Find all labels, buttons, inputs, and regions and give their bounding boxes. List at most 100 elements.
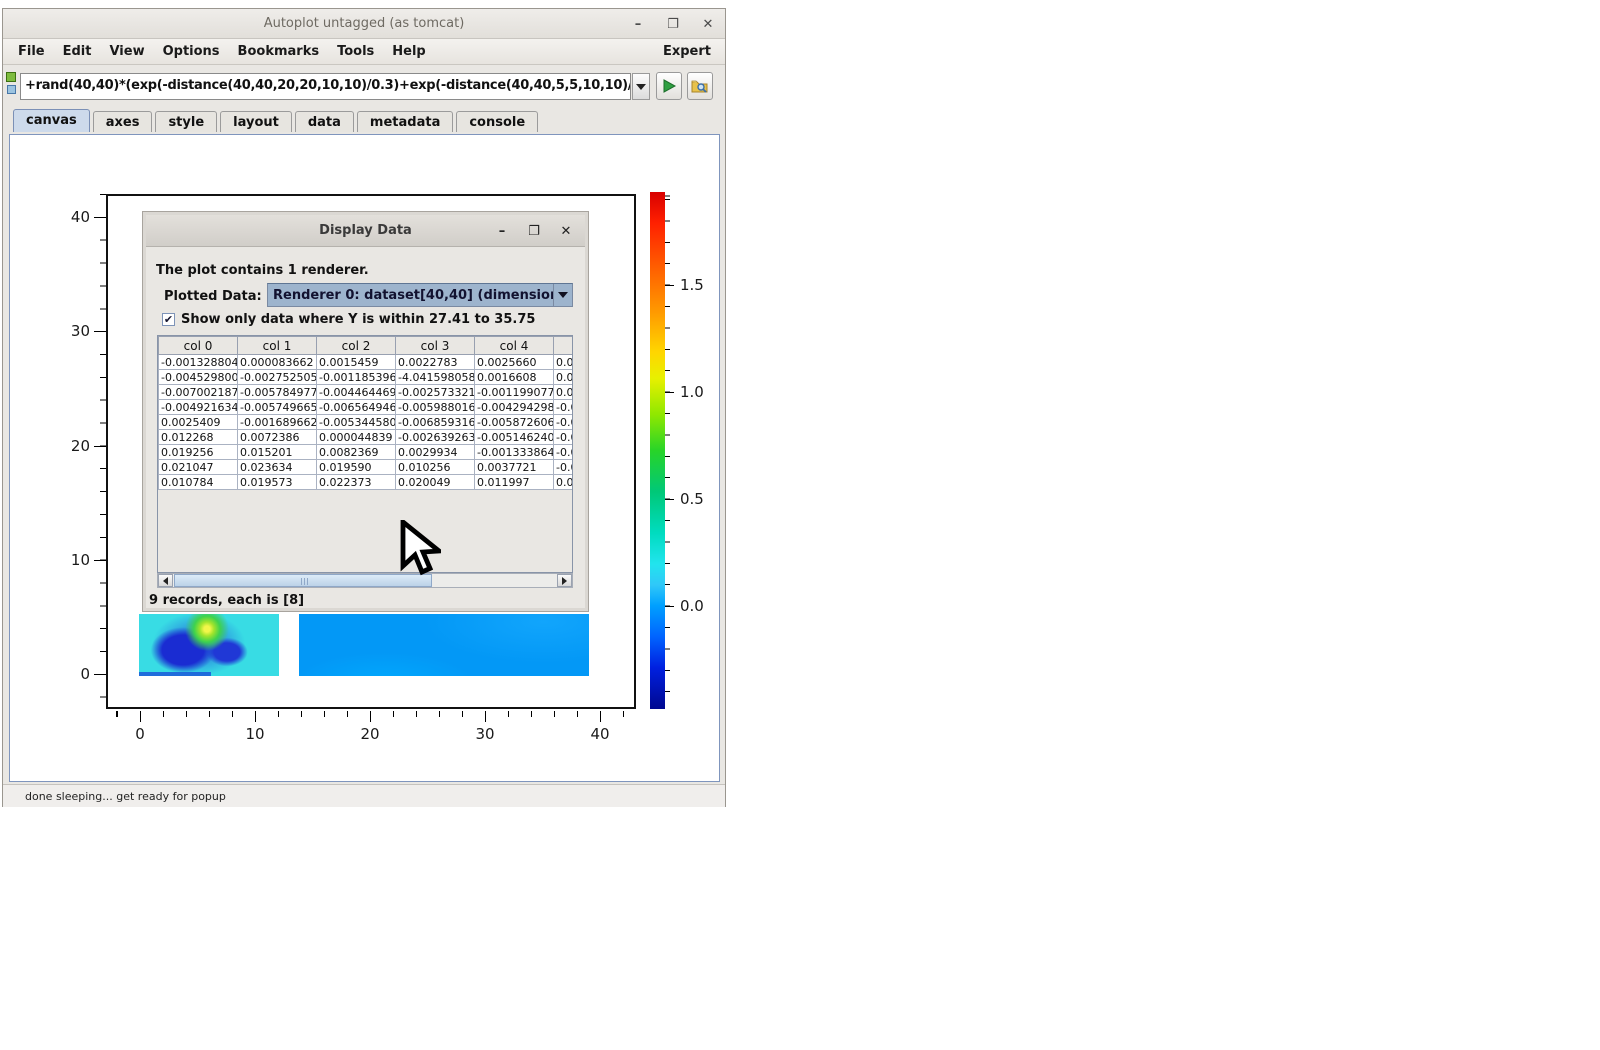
- tab-layout[interactable]: layout: [220, 111, 292, 132]
- table-cell[interactable]: 0.000083662: [238, 355, 317, 370]
- table-cell[interactable]: -0.005749665...: [238, 400, 317, 415]
- table-cell[interactable]: -4.041598058...: [396, 370, 475, 385]
- table-row[interactable]: 0.0192560.0152010.00823690.0029934-0.001…: [159, 445, 574, 460]
- table-col-header[interactable]: col 4: [475, 337, 554, 355]
- table-cell[interactable]: 0.00: [554, 385, 574, 400]
- menu-tools[interactable]: Tools: [328, 44, 383, 59]
- filter-checkbox[interactable]: ✔: [162, 313, 175, 326]
- table-cell[interactable]: 0.010784: [159, 475, 238, 490]
- scroll-right-button[interactable]: [557, 574, 572, 587]
- menu-bookmarks[interactable]: Bookmarks: [229, 44, 329, 59]
- table-cell[interactable]: 0.00: [554, 355, 574, 370]
- table-row[interactable]: -0.004921634...-0.005749665...-0.0065649…: [159, 400, 574, 415]
- table-row[interactable]: 0.0122680.00723860.000044839-0.002639263…: [159, 430, 574, 445]
- table-row[interactable]: -0.001328804...0.0000836620.00154590.002…: [159, 355, 574, 370]
- table-cell[interactable]: 0.012268: [159, 430, 238, 445]
- dialog-close-icon[interactable]: ✕: [560, 224, 572, 239]
- data-table-scrollpane[interactable]: col 0col 1col 2col 3col 4 -0.001328804..…: [157, 335, 573, 573]
- table-cell[interactable]: 0.019573: [238, 475, 317, 490]
- dialog-maximize-icon[interactable]: ❐: [528, 224, 540, 239]
- inspect-uri-button[interactable]: [687, 72, 713, 100]
- table-cell[interactable]: 0.019590: [317, 460, 396, 475]
- menu-view[interactable]: View: [100, 44, 153, 59]
- close-icon[interactable]: ✕: [701, 17, 715, 32]
- table-cell[interactable]: 0.021047: [159, 460, 238, 475]
- table-cell[interactable]: -0.005988016...: [396, 400, 475, 415]
- table-cell[interactable]: -0.002639263...: [396, 430, 475, 445]
- menu-help[interactable]: Help: [383, 44, 434, 59]
- tab-axes[interactable]: axes: [93, 111, 153, 132]
- renderer-combobox[interactable]: Renderer 0: dataset[40,40] (dimension...: [267, 283, 573, 307]
- table-cell[interactable]: 0.0022783: [396, 355, 475, 370]
- table-row[interactable]: 0.0107840.0195730.0223730.0200490.011997…: [159, 475, 574, 490]
- table-cell[interactable]: -0.005344580...: [317, 415, 396, 430]
- table-cell[interactable]: 0.020049: [396, 475, 475, 490]
- table-cell[interactable]: -0.001199077...: [475, 385, 554, 400]
- table-cell[interactable]: -0.001689662...: [238, 415, 317, 430]
- table-cell[interactable]: 0.00: [554, 475, 574, 490]
- table-cell[interactable]: -0.0: [554, 430, 574, 445]
- window-titlebar[interactable]: Autoplot untagged (as tomcat) – ❐ ✕: [3, 9, 725, 39]
- table-cell[interactable]: -0.002752505...: [238, 370, 317, 385]
- table-cell[interactable]: -0.002573321...: [396, 385, 475, 400]
- menu-file[interactable]: File: [9, 44, 54, 59]
- table-cell[interactable]: -0.0: [554, 445, 574, 460]
- table-cell[interactable]: 0.0072386: [238, 430, 317, 445]
- table-cell[interactable]: 0.0029934: [396, 445, 475, 460]
- tab-metadata[interactable]: metadata: [357, 111, 453, 132]
- menu-options[interactable]: Options: [154, 44, 229, 59]
- tab-data[interactable]: data: [295, 111, 354, 132]
- table-cell[interactable]: 0.0016608: [475, 370, 554, 385]
- table-cell[interactable]: 0.00: [554, 370, 574, 385]
- table-cell[interactable]: -0.005784977...: [238, 385, 317, 400]
- table-cell[interactable]: 0.010256: [396, 460, 475, 475]
- table-cell[interactable]: 0.0082369: [317, 445, 396, 460]
- table-row[interactable]: 0.0210470.0236340.0195900.0102560.003772…: [159, 460, 574, 475]
- table-cell[interactable]: -0.005146240...: [475, 430, 554, 445]
- uri-input[interactable]: +rand(40,40)*(exp(-distance(40,40,20,20,…: [20, 73, 631, 100]
- table-cell[interactable]: 0.0025409: [159, 415, 238, 430]
- table-cell[interactable]: 0.022373: [317, 475, 396, 490]
- table-row[interactable]: -0.007002187...-0.005784977...-0.0044644…: [159, 385, 574, 400]
- scroll-left-button[interactable]: [158, 574, 173, 587]
- table-cell[interactable]: -0.001185396...: [317, 370, 396, 385]
- table-cell[interactable]: 0.000044839: [317, 430, 396, 445]
- table-col-header[interactable]: col 3: [396, 337, 475, 355]
- horizontal-scrollbar[interactable]: [157, 573, 573, 588]
- combobox-arrow-button[interactable]: [553, 284, 572, 306]
- table-cell[interactable]: 0.0015459: [317, 355, 396, 370]
- table-col-header[interactable]: col 1: [238, 337, 317, 355]
- scrollbar-thumb[interactable]: [174, 574, 432, 587]
- table-cell[interactable]: -0.005872606...: [475, 415, 554, 430]
- table-cell[interactable]: -0.006564946...: [317, 400, 396, 415]
- uri-dropdown-button[interactable]: [632, 73, 650, 100]
- table-cell[interactable]: 0.011997: [475, 475, 554, 490]
- table-cell[interactable]: -0.0: [554, 460, 574, 475]
- maximize-icon[interactable]: ❐: [666, 17, 680, 32]
- table-col-header[interactable]: col 0: [159, 337, 238, 355]
- table-cell[interactable]: -0.007002187...: [159, 385, 238, 400]
- minimize-icon[interactable]: –: [631, 17, 645, 32]
- table-cell[interactable]: -0.004294298...: [475, 400, 554, 415]
- tab-console[interactable]: console: [456, 111, 538, 132]
- table-cell[interactable]: -0.006859316...: [396, 415, 475, 430]
- table-cell[interactable]: 0.019256: [159, 445, 238, 460]
- table-cell[interactable]: 0.0025660: [475, 355, 554, 370]
- table-row[interactable]: -0.004529800...-0.002752505...-0.0011853…: [159, 370, 574, 385]
- table-cell[interactable]: -0.001328804...: [159, 355, 238, 370]
- table-cell[interactable]: -0.0: [554, 400, 574, 415]
- table-col-header[interactable]: col 2: [317, 337, 396, 355]
- table-cell[interactable]: 0.0037721: [475, 460, 554, 475]
- menu-edit[interactable]: Edit: [54, 44, 101, 59]
- table-cell[interactable]: -0.004921634...: [159, 400, 238, 415]
- table-cell[interactable]: 0.015201: [238, 445, 317, 460]
- go-button[interactable]: [656, 72, 682, 100]
- tab-style[interactable]: style: [155, 111, 217, 132]
- tab-canvas[interactable]: canvas: [13, 109, 90, 132]
- table-row[interactable]: 0.0025409-0.001689662...-0.005344580...-…: [159, 415, 574, 430]
- table-cell[interactable]: 0.023634: [238, 460, 317, 475]
- table-cell[interactable]: -0.004529800...: [159, 370, 238, 385]
- table-cell[interactable]: -0.004464469...: [317, 385, 396, 400]
- expert-menu[interactable]: Expert: [663, 44, 719, 59]
- table-cell[interactable]: -0.0: [554, 415, 574, 430]
